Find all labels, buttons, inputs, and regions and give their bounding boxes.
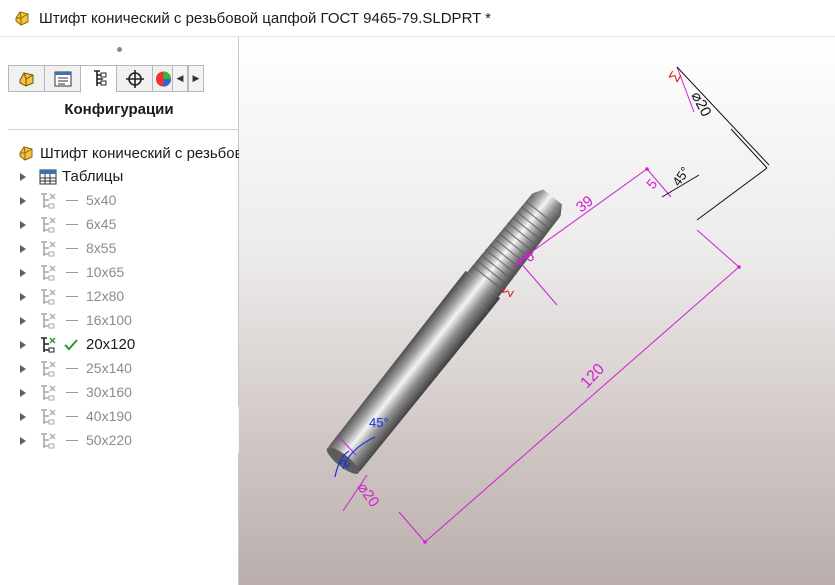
configuration-icon <box>41 289 56 305</box>
config-item-12x80[interactable]: 12x80 <box>0 285 238 309</box>
config-label: 5x40 <box>86 192 117 208</box>
config-label: 6x45 <box>86 216 117 232</box>
inactive-dash <box>66 416 78 417</box>
expand-arrow-icon[interactable] <box>20 365 26 373</box>
config-item-16x100[interactable]: 16x100 <box>0 309 238 333</box>
part-model-view: Σ ⌀20 5 45° 39 6 Σ 120 45° 2 ⌀20 <box>326 66 770 544</box>
tree-item-label: Таблицы <box>62 168 124 185</box>
dimension-lines <box>336 66 740 543</box>
part-icon <box>19 146 33 161</box>
thread-length-label[interactable]: 39 <box>573 192 597 216</box>
inactive-dash <box>66 224 78 225</box>
expand-arrow-icon[interactable] <box>20 293 26 301</box>
inactive-dash <box>66 248 78 249</box>
inactive-dash <box>66 368 78 369</box>
display-manager-icon <box>155 70 172 87</box>
configuration-icon <box>41 265 56 281</box>
expand-arrow-icon[interactable] <box>20 389 26 397</box>
diameter-top-label[interactable]: ⌀20 <box>687 89 714 120</box>
config-item-5x40[interactable]: 5x40 <box>0 189 238 213</box>
config-label: 10x65 <box>86 264 125 280</box>
diameter-bottom-label[interactable]: ⌀20 <box>354 480 383 511</box>
config-label: 20x120 <box>86 336 136 353</box>
title-bar: Штифт конический с резьбовой цапфой ГОСТ… <box>0 0 835 37</box>
configuration-manager-panel: ◀ ▶ Конфигурации Штифт конический с резь… <box>0 37 243 585</box>
configuration-manager-icon <box>93 70 106 86</box>
inactive-dash <box>66 320 78 321</box>
chamfer-bottom-label[interactable]: 45° <box>369 415 389 430</box>
config-item-30x160[interactable]: 30x160 <box>0 381 238 405</box>
tab-dimxpert-manager[interactable] <box>116 65 152 92</box>
check-icon <box>64 339 78 351</box>
config-label: 12x80 <box>86 288 125 304</box>
feature-manager-icon <box>19 71 33 87</box>
heading-divider <box>8 129 238 130</box>
arrow-right-icon: ▶ <box>192 73 200 83</box>
expand-arrow-icon[interactable] <box>20 341 26 349</box>
config-label: 25x140 <box>86 360 132 376</box>
configuration-icon <box>41 361 56 377</box>
config-item-50x220[interactable]: 50x220 <box>0 429 238 453</box>
config-label: 40x190 <box>86 408 132 424</box>
tabs-scroll-right-button[interactable]: ▶ <box>188 65 204 92</box>
config-label: 30x160 <box>86 384 132 400</box>
tapered-pin-model <box>326 189 563 474</box>
sigma-symbol: Σ <box>666 68 685 85</box>
expand-arrow-icon[interactable] <box>20 221 26 229</box>
configuration-icon <box>41 385 56 401</box>
tree-root-label: Штифт конический с резьбов <box>40 144 243 162</box>
expand-arrow-icon[interactable] <box>20 173 26 181</box>
table-icon <box>39 169 57 185</box>
config-label: 16x100 <box>86 312 132 328</box>
tab-configuration-manager[interactable] <box>80 65 116 93</box>
config-item-10x65[interactable]: 10x65 <box>0 261 238 285</box>
expand-arrow-icon[interactable] <box>20 197 26 205</box>
inactive-dash <box>66 296 78 297</box>
dimension-arrowheads <box>423 167 741 544</box>
config-item-6x45[interactable]: 6x45 <box>0 213 238 237</box>
configuration-icon <box>41 409 56 425</box>
inactive-dash <box>66 200 78 201</box>
config-label: 50x220 <box>86 432 132 448</box>
expand-arrow-icon[interactable] <box>20 245 26 253</box>
panel-grip[interactable] <box>0 37 238 62</box>
expand-arrow-icon[interactable] <box>20 269 26 277</box>
config-item-40x190[interactable]: 40x190 <box>0 405 238 429</box>
tree-item-tables[interactable]: Таблицы <box>0 165 238 189</box>
inactive-dash <box>66 392 78 393</box>
tree-root-item[interactable]: Штифт конический с резьбов <box>17 141 243 165</box>
configuration-icon <box>41 217 56 233</box>
end-dimension-label[interactable]: 5 <box>643 176 660 192</box>
configuration-icon <box>41 193 56 209</box>
configuration-icon <box>41 313 56 329</box>
property-manager-icon <box>54 71 71 86</box>
expand-arrow-icon[interactable] <box>20 437 26 445</box>
diameter-dimension-lines <box>661 66 770 221</box>
configuration-icon <box>41 433 56 449</box>
config-label: 8x55 <box>86 240 117 256</box>
graphics-viewport[interactable]: Σ ⌀20 5 45° 39 6 Σ 120 45° 2 ⌀20 <box>239 37 835 585</box>
sigma-symbol-2: Σ <box>499 284 517 300</box>
manager-tabs: ◀ ▶ <box>8 65 238 93</box>
tab-property-manager[interactable] <box>44 65 80 92</box>
config-item-25x140[interactable]: 25x140 <box>0 357 238 381</box>
chamfer-top-label[interactable]: 45° <box>669 164 693 189</box>
overall-length-label[interactable]: 120 <box>577 361 608 392</box>
arrow-left-icon: ◀ <box>176 73 184 83</box>
expand-arrow-icon[interactable] <box>20 317 26 325</box>
tabs-scroll-left-button[interactable]: ◀ <box>172 65 188 92</box>
inactive-dash <box>66 272 78 273</box>
tab-display-manager[interactable] <box>152 65 172 92</box>
part-icon <box>15 11 29 26</box>
config-item-8x55[interactable]: 8x55 <box>0 237 238 261</box>
crosshair-icon <box>125 69 144 88</box>
config-item-20x120[interactable]: 20x120 <box>0 333 238 357</box>
window-title: Штифт конический с резьбовой цапфой ГОСТ… <box>39 9 492 27</box>
panel-heading: Конфигурации <box>64 101 174 118</box>
configuration-icon <box>41 337 56 353</box>
tab-feature-manager[interactable] <box>8 65 44 92</box>
expand-arrow-icon[interactable] <box>20 413 26 421</box>
inactive-dash <box>66 440 78 441</box>
configuration-icon <box>41 241 56 257</box>
